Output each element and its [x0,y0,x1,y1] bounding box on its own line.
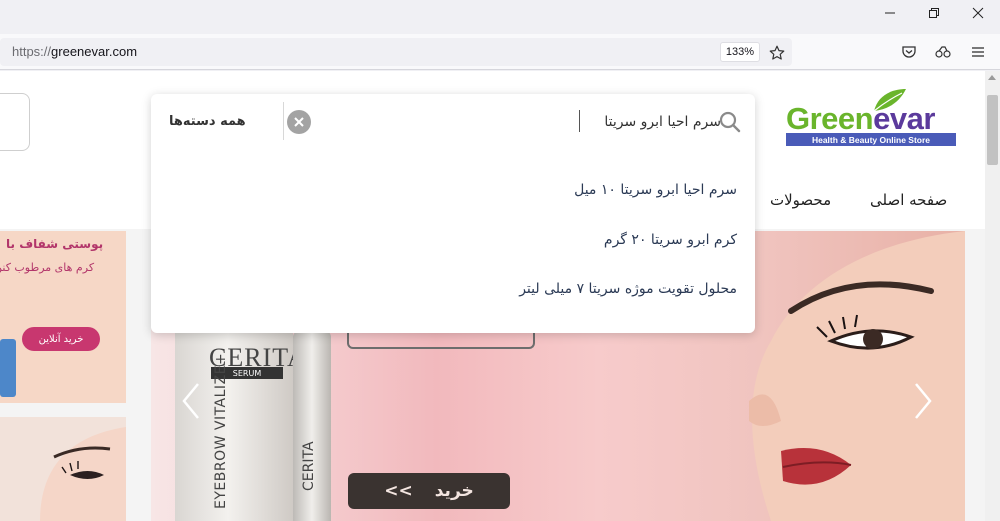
window-titlebar [0,0,1000,34]
logo-word-purple: evar [873,101,935,136]
promo-product-image [0,339,16,397]
site-logo[interactable]: Greenevar Health & Beauty Online Store [786,87,958,153]
bookmark-star-icon[interactable] [766,42,788,64]
pocket-icon[interactable] [899,42,919,62]
product-line-label: EYEBROW VITALIZE+ [213,352,229,509]
url-text[interactable]: https://greenevar.com [12,44,137,59]
clear-search-icon[interactable] [287,110,311,134]
promo-face-image [0,417,126,521]
search-suggestion[interactable]: کرم ابرو سریتا ۲۰ گرم [604,232,737,248]
search-input[interactable] [481,108,721,136]
buy-button[interactable]: خرید << [348,473,510,509]
zoom-level-badge[interactable]: 133% [720,42,760,62]
search-icon[interactable] [717,109,743,135]
slider-prev-arrow[interactable] [179,381,203,421]
search-suggestion[interactable]: سرم احیا ابرو سریتا ۱۰ میل [574,182,737,198]
slider-next-arrow[interactable] [911,381,935,421]
scroll-thumb[interactable] [987,95,998,165]
buy-arrows: << [384,481,413,501]
url-bar[interactable]: https://greenevar.com 133% [0,38,792,66]
hamburger-menu-icon[interactable] [968,42,988,62]
promo-banner-bottom[interactable] [0,417,126,521]
url-host: greenevar.com [51,44,138,59]
restore-icon[interactable] [912,0,956,26]
browser-toolbar: https://greenevar.com 133% [0,34,1000,70]
scroll-up-icon[interactable] [988,75,996,80]
nav-home[interactable]: صفحه اصلی [870,191,947,209]
minimize-icon[interactable] [868,0,912,26]
page-scrollbar[interactable] [985,71,1000,521]
text-caret [579,110,580,132]
promo-title: پوستی شفاف با [6,237,104,251]
logo-tagline: Health & Beauty Online Store [786,133,956,146]
search-dropdown: همه دسته‌ها سرم احیا ابرو سریتا ۱۰ میل ک… [151,94,755,333]
search-suggestion[interactable]: محلول تقویت موژه سریتا ۷ میلی لیتر [519,281,737,297]
nav-products[interactable]: محصولات [770,191,831,209]
url-protocol: https:// [12,44,52,59]
product-tube-image: CERITA [293,331,331,521]
close-icon[interactable] [956,0,1000,26]
account-sync-icon[interactable] [933,42,953,62]
product-box-image: CERITA SERUM EYEBROW VITALIZE+ [175,331,306,521]
tube-brand: CERITA [301,441,317,491]
search-divider [283,102,284,140]
user-account-button[interactable] [0,93,30,151]
promo-shop-button[interactable]: خرید آنلاین [22,327,100,351]
promo-banner-top[interactable]: پوستی شفاف با کرم های مرطوب کنن خرید آنل… [0,231,126,403]
category-select[interactable]: همه دسته‌ها [169,114,246,129]
logo-word-green: Green [786,101,874,136]
promo-subtitle: کرم های مرطوب کنن [0,261,95,274]
buy-label: خرید [434,481,474,501]
page-viewport: Greenevar Health & Beauty Online Store ص… [0,71,985,521]
logo-wordmark: Greenevar [786,101,935,137]
